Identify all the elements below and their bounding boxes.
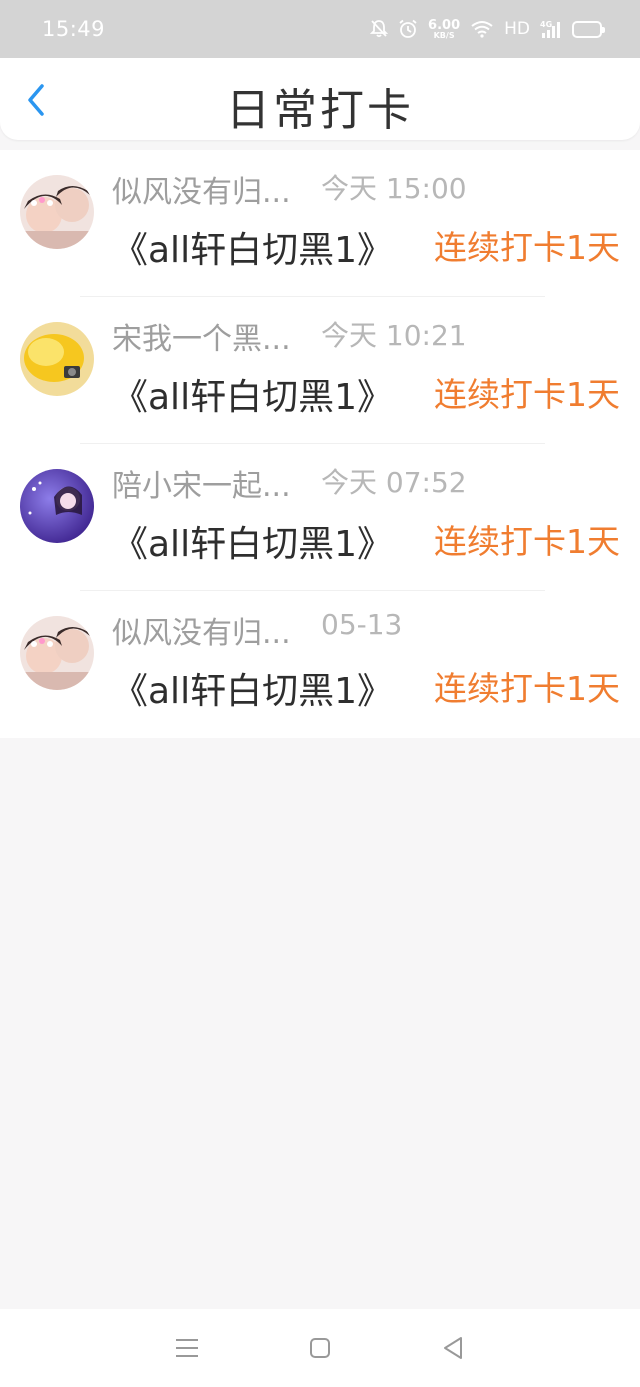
avatar[interactable] xyxy=(20,175,94,249)
streak-label: 连续打卡1天 xyxy=(434,522,620,561)
hd-label: HD xyxy=(504,19,530,39)
list-item[interactable]: 似风没有归... 今天 15:00 《all轩白切黑1》 连续打卡1天 xyxy=(0,150,640,297)
net-speed-value: 6.00 xyxy=(428,17,461,33)
book-title[interactable]: 《all轩白切黑1》 xyxy=(112,368,393,420)
menu-icon xyxy=(175,1339,198,1357)
app-header: 日常打卡 xyxy=(0,58,640,140)
list-item[interactable]: 宋我一个黑... 今天 10:21 《all轩白切黑1》 连续打卡1天 xyxy=(0,297,640,444)
page-title: 日常打卡 xyxy=(226,85,414,136)
home-square-icon xyxy=(309,1338,330,1358)
username[interactable]: 似风没有归... xyxy=(112,167,291,211)
streak-label: 连续打卡1天 xyxy=(434,669,620,708)
back-triangle-icon xyxy=(444,1337,463,1359)
book-title[interactable]: 《all轩白切黑1》 xyxy=(112,662,393,714)
net-speed: 6.00 KB/S xyxy=(428,19,460,40)
menu-button[interactable] xyxy=(167,1328,207,1368)
signal-4g-icon: 4G xyxy=(540,19,562,39)
book-title[interactable]: 《all轩白切黑1》 xyxy=(112,515,393,567)
streak-label: 连续打卡1天 xyxy=(434,228,620,267)
checkin-time: 今天 15:00 xyxy=(321,172,467,205)
mute-bell-icon xyxy=(370,19,389,39)
username[interactable]: 似风没有归... xyxy=(112,608,291,652)
streak-label: 连续打卡1天 xyxy=(434,375,620,414)
wifi-icon xyxy=(470,20,494,38)
checkin-time: 今天 10:21 xyxy=(321,319,467,352)
book-title[interactable]: 《all轩白切黑1》 xyxy=(112,221,393,273)
back-nav-button[interactable] xyxy=(433,1328,473,1368)
list-item[interactable]: 陪小宋一起... 今天 07:52 《all轩白切黑1》 连续打卡1天 xyxy=(0,444,640,591)
system-nav-bar xyxy=(0,1309,640,1387)
home-button[interactable] xyxy=(300,1328,340,1368)
checkin-time: 今天 07:52 xyxy=(321,466,467,499)
avatar[interactable] xyxy=(20,469,94,543)
battery-icon xyxy=(572,20,605,38)
alarm-icon xyxy=(398,19,418,39)
username[interactable]: 宋我一个黑... xyxy=(112,314,291,358)
status-bar: 15:49 6.00 KB/S HD 4G xyxy=(0,0,640,58)
checkin-time: 05-13 xyxy=(321,608,403,641)
status-time: 15:49 xyxy=(42,17,106,41)
avatar[interactable] xyxy=(20,322,94,396)
status-icons: 6.00 KB/S HD 4G xyxy=(370,19,605,40)
avatar[interactable] xyxy=(20,616,94,690)
svg-text:4G: 4G xyxy=(540,20,552,29)
net-speed-unit: KB/S xyxy=(433,30,455,40)
checkin-list: 似风没有归... 今天 15:00 《all轩白切黑1》 连续打卡1天 宋我一个… xyxy=(0,150,640,738)
username[interactable]: 陪小宋一起... xyxy=(112,461,291,505)
list-item[interactable]: 似风没有归... 05-13 《all轩白切黑1》 连续打卡1天 xyxy=(0,591,640,738)
